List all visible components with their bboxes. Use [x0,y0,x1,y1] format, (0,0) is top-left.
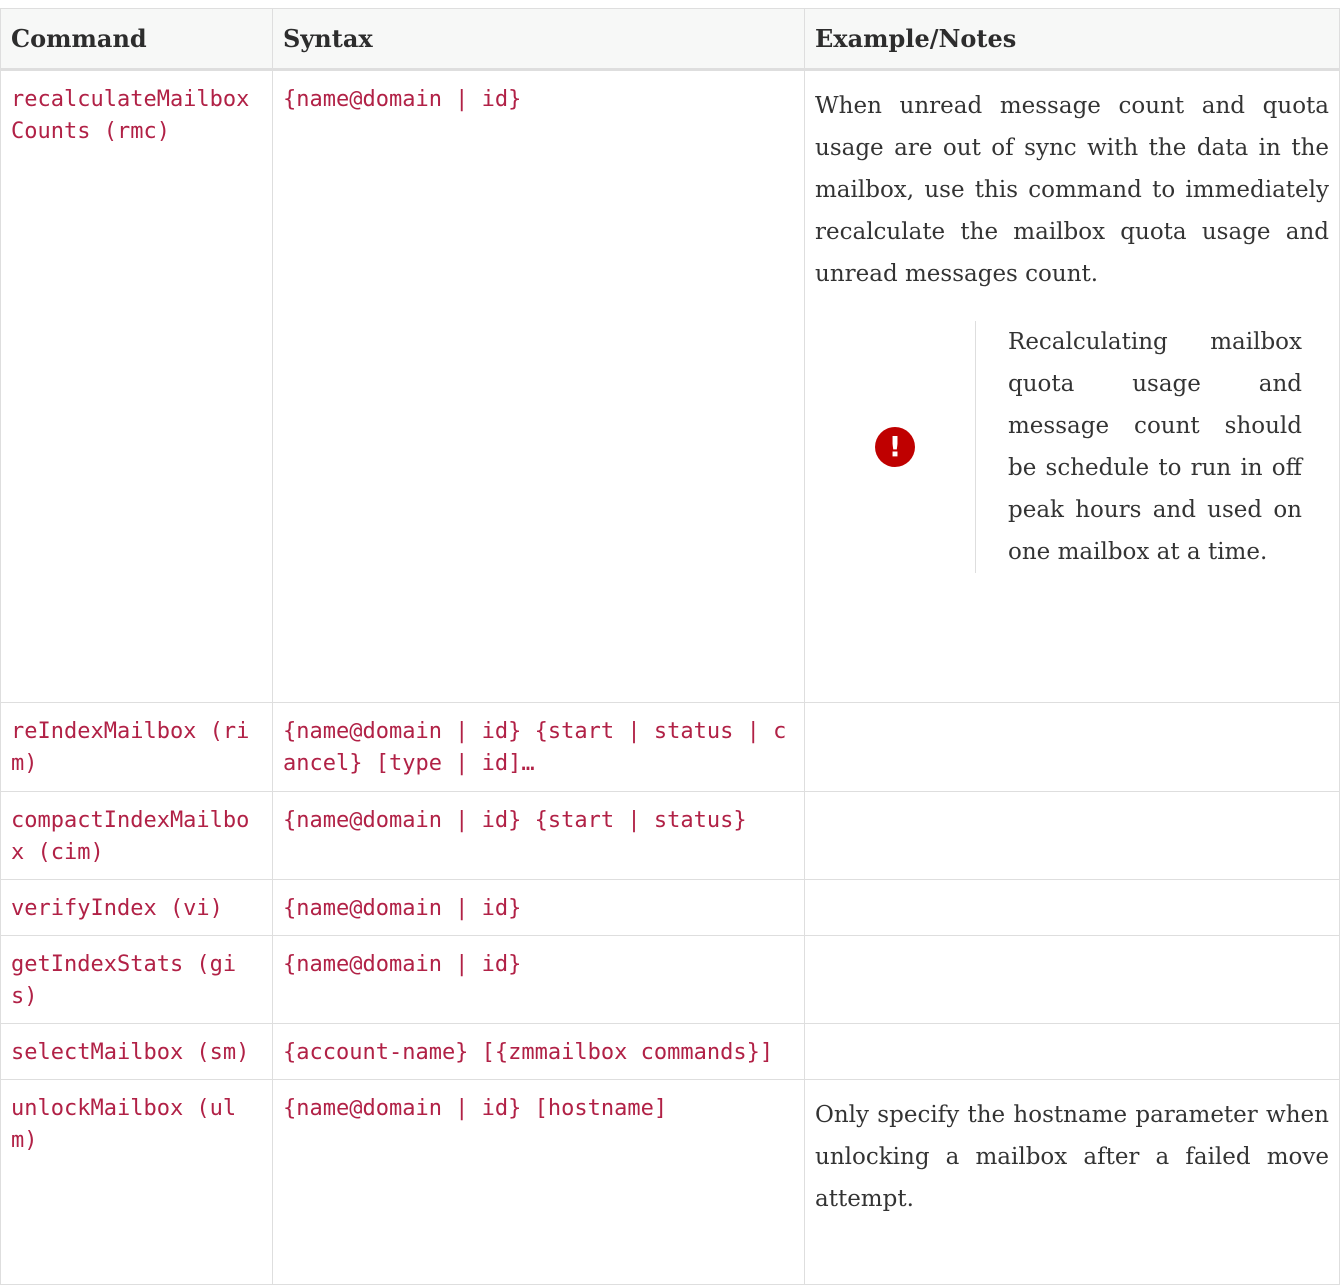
command-cell: recalculateMailboxCounts (rmc) [0,69,273,703]
warning-admonition: ! Recalculating mailbox quota usage and … [815,321,1329,573]
table-row: reIndexMailbox (rim) {name@domain | id} … [0,702,1340,792]
command-cell: selectMailbox (sm) [0,1023,273,1080]
header-notes: Example/Notes [804,8,1340,71]
table-row: compactIndexMailbox (cim) {name@domain |… [0,791,1340,880]
syntax-cell: {name@domain | id} {start | status} [272,791,805,880]
exclamation-icon: ! [875,427,915,467]
table-header-row: Command Syntax Example/Notes [0,8,1340,71]
command-cell: reIndexMailbox (rim) [0,702,273,792]
notes-cell [804,702,1340,792]
syntax-cell: {name@domain | id} [272,935,805,1024]
syntax-cell: {name@domain | id} [272,879,805,936]
table-row: selectMailbox (sm) {account-name} [{zmma… [0,1023,1340,1080]
warning-text: Recalculating mailbox quota usage and me… [975,321,1302,573]
notes-cell [804,1023,1340,1080]
header-command: Command [0,8,273,71]
notes-cell [804,791,1340,880]
command-cell: compactIndexMailbox (cim) [0,791,273,880]
table-row: recalculateMailboxCounts (rmc) {name@dom… [0,69,1340,703]
header-syntax: Syntax [272,8,805,71]
syntax-cell: {name@domain | id} {start | status | can… [272,702,805,792]
warning-icon-cell: ! [815,321,975,573]
notes-cell [804,935,1340,1024]
table-row: getIndexStats (gis) {name@domain | id} [0,935,1340,1024]
table-row: verifyIndex (vi) {name@domain | id} [0,879,1340,936]
syntax-cell: {account-name} [{zmmailbox commands}] [272,1023,805,1080]
command-table: Command Syntax Example/Notes recalculate… [0,8,1340,1285]
notes-text: When unread message count and quota usag… [815,93,1329,287]
syntax-cell: {name@domain | id} [272,69,805,703]
notes-cell [804,879,1340,936]
notes-cell: When unread message count and quota usag… [804,69,1340,703]
command-cell: getIndexStats (gis) [0,935,273,1024]
command-cell: verifyIndex (vi) [0,879,273,936]
